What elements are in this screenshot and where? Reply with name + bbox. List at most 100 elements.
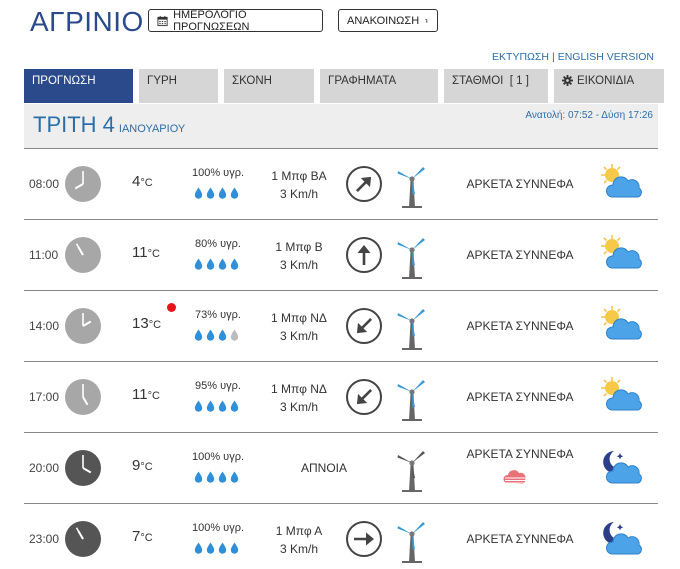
forecast-row: 20:00 9°C 100% υγρ. ΑΠΝΟΙΑ ΑΡΚΕΤΑ ΣΥΝΝΕΦΑ xyxy=(24,432,658,503)
top-links: ΕΚΤΥΠΩΣΗ | ENGLISH VERSION xyxy=(492,51,654,63)
clock-icon xyxy=(65,450,101,486)
forecast-row: 17:00 11°C 95% υγρ. 1 Μπφ ΝΔ 3 Km/h ΑΡΚΕΤΑ ΣΥ… xyxy=(24,361,658,432)
wind-turbine-icon xyxy=(397,451,425,492)
wind-turbine-icon xyxy=(397,309,425,350)
day-header: ΤΡΙΤΗ 4 ΙΑΝΟΥΑΡΙΟΥ Ανατολή: 07:52 - Δύση … xyxy=(24,104,658,148)
temperature-value: 13 xyxy=(132,315,149,332)
wind-info: 1 Μπφ Β 3 Km/h xyxy=(259,238,339,274)
forecast-time: 08:00 xyxy=(29,177,60,191)
day-name: ΤΡΙΤΗ 4 xyxy=(33,112,115,137)
partly-cloudy-icon xyxy=(601,164,642,198)
wind-speed: 3 Km/h xyxy=(279,329,318,343)
tab-pollen[interactable]: ΓΥΡΗ xyxy=(139,69,218,103)
humidity-drop-icon xyxy=(218,187,227,199)
humidity-drop-icon xyxy=(230,187,239,199)
wind-force: 1 Μπφ ΒΑ xyxy=(271,169,327,183)
humidity-drop-icon xyxy=(194,542,203,554)
wind-turbine-icon xyxy=(397,167,425,208)
announcement-button[interactable]: ΑΝΑΚΟΙΝΩΣΗ xyxy=(338,9,438,32)
humidity-drop-icon xyxy=(206,329,215,341)
temperature: 11°C xyxy=(132,386,160,403)
clock-icon xyxy=(65,237,101,273)
wind-info: 1 Μπφ ΝΔ 3 Km/h xyxy=(259,380,339,416)
humidity-drop-icon xyxy=(218,329,227,341)
humidity-drops xyxy=(194,542,239,554)
forecast-row: 11:00 11°C 80% υγρ. 1 Μπφ Β 3 Km/h ΑΡΚΕΤΑ ΣΥΝ… xyxy=(24,219,658,290)
wind-speed: 3 Km/h xyxy=(279,400,318,414)
temperature-unit: °C xyxy=(147,248,160,260)
temperature: 7°C xyxy=(132,528,153,545)
temperature-value: 11 xyxy=(132,386,148,403)
humidity-drop-icon xyxy=(230,329,239,341)
wind-direction-icon xyxy=(346,308,382,344)
humidity-drop-icon xyxy=(206,400,215,412)
clock-icon xyxy=(65,166,101,202)
forecast-time: 23:00 xyxy=(29,532,60,546)
turn-arrow-icon xyxy=(425,18,428,23)
weather-condition: ΑΡΚΕΤΑ ΣΥΝΝΕΦΑ xyxy=(466,390,574,404)
wind-force: 1 Μπφ ΝΔ xyxy=(271,382,327,396)
forecast-time: 20:00 xyxy=(29,461,60,475)
wind-speed: 3 Km/h xyxy=(279,258,318,272)
temperature: 4°C xyxy=(132,173,153,190)
temperature-value: 11 xyxy=(132,244,148,261)
humidity-drop-icon xyxy=(206,471,215,483)
weather-condition: ΑΡΚΕΤΑ ΣΥΝΝΕΦΑ xyxy=(466,447,574,461)
night-cloudy-icon xyxy=(603,451,642,484)
day-month: ΙΑΝΟΥΑΡΙΟΥ xyxy=(118,123,186,135)
clock-icon xyxy=(65,308,101,344)
weather-condition: ΑΡΚΕΤΑ ΣΥΝΝΕΦΑ xyxy=(466,248,574,262)
fog-cloud-icon xyxy=(503,470,526,484)
humidity-drops xyxy=(194,400,239,412)
sunrise-sunset: Ανατολή: 07:52 - Δύση 17:26 xyxy=(525,110,653,121)
max-temp-dot xyxy=(167,303,176,312)
temperature-unit: °C xyxy=(140,461,153,473)
partly-cloudy-icon xyxy=(601,377,642,411)
partly-cloudy-icon xyxy=(601,306,642,340)
wind-speed: 3 Km/h xyxy=(279,542,318,556)
humidity: 100% υγρ. xyxy=(191,167,245,179)
temperature: 13°C xyxy=(132,315,161,332)
temperature: 11°C xyxy=(132,244,160,261)
wind-direction-icon xyxy=(346,521,382,557)
weather-condition: ΑΡΚΕΤΑ ΣΥΝΝΕΦΑ xyxy=(466,532,574,546)
humidity-drop-icon xyxy=(206,187,215,199)
humidity-drop-icon xyxy=(194,400,203,412)
humidity-drops xyxy=(194,329,239,341)
tab-dust[interactable]: ΣΚΟΝΗ xyxy=(224,69,314,103)
temperature: 9°C xyxy=(132,457,153,474)
forecast-time: 11:00 xyxy=(29,248,59,262)
tab-forecast[interactable]: ΠΡΟΓΝΩΣΗ xyxy=(24,69,133,103)
tab-stations[interactable]: ΣΤΑΘΜΟΙ [ 1 ] xyxy=(444,69,548,103)
humidity-drops xyxy=(194,258,239,270)
day-title: ΤΡΙΤΗ 4 ΙΑΝΟΥΑΡΙΟΥ xyxy=(33,112,185,138)
wind-direction-icon xyxy=(346,379,382,415)
wind-turbine-icon xyxy=(397,380,425,421)
wind-force: 1 Μπφ Α xyxy=(275,524,323,538)
temperature-unit: °C xyxy=(147,390,160,402)
wind-calm: ΑΠΝΟΙΑ xyxy=(300,461,347,475)
tab-icons[interactable]: ΕΙΚΟΝΙΔΙΑ xyxy=(554,69,664,103)
calendar-button-label: ΗΜΕΡΟΛΟΓΙΟ ΠΡΟΓΝΩΣΕΩΝ xyxy=(173,8,250,33)
humidity-drop-icon xyxy=(218,258,227,270)
wind-direction-icon xyxy=(346,166,382,202)
wind-turbine-icon xyxy=(397,522,425,563)
wind-info: 1 Μπφ Α 3 Km/h xyxy=(259,522,339,558)
forecast-row: 14:00 13°C 73% υγρ. 1 Μπφ ΝΔ 3 Km/h ΑΡΚΕΤΑ ΣΥ… xyxy=(24,290,658,361)
temperature-unit: °C xyxy=(140,177,153,189)
tab-bar: ΠΡΟΓΝΩΣΗ ΓΥΡΗ ΣΚΟΝΗ ΓΡΑΦΗΜΑΤΑ ΣΤΑΘΜΟΙ [ … xyxy=(24,69,664,103)
humidity: 73% υγρ. xyxy=(195,309,241,321)
humidity: 95% υγρ. xyxy=(195,380,241,392)
partly-cloudy-icon xyxy=(601,235,642,269)
clock-icon xyxy=(65,379,101,415)
humidity-drops xyxy=(194,471,239,483)
tab-graphs[interactable]: ΓΡΑΦΗΜΑΤΑ xyxy=(320,69,438,103)
print-link[interactable]: ΕΚΤΥΠΩΣΗ xyxy=(492,51,549,63)
forecast-time: 17:00 xyxy=(29,390,60,404)
clock-icon xyxy=(65,521,101,557)
forecast-calendar-button[interactable]: ΗΜΕΡΟΛΟΓΙΟ ΠΡΟΓΝΩΣΕΩΝ xyxy=(148,8,323,33)
announcement-button-label: ΑΝΑΚΟΙΝΩΣΗ xyxy=(347,14,420,27)
night-cloudy-icon xyxy=(603,522,642,555)
english-version-link[interactable]: ENGLISH VERSION xyxy=(558,51,654,63)
humidity: 100% υγρ. xyxy=(191,451,245,463)
